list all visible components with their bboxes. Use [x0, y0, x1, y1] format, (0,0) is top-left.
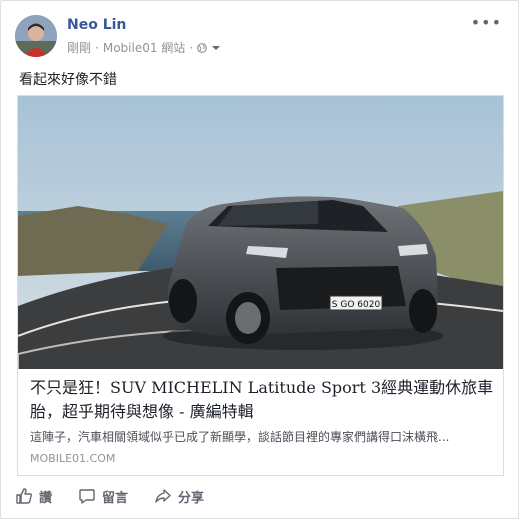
like-button[interactable]: 讚 — [15, 487, 52, 506]
post-card: Neo Lin 剛剛 · Mobile01 網站 · ••• 看起來好像不錯 S… — [0, 0, 519, 519]
link-image[interactable]: S GO 6020 — [18, 96, 503, 369]
avatar[interactable] — [15, 15, 57, 57]
chevron-down-icon[interactable] — [211, 44, 221, 52]
like-label: 讚 — [39, 490, 53, 506]
via-app[interactable]: Mobile01 網站 — [103, 39, 185, 56]
link-preview[interactable]: S GO 6020 不只是狂！SUV MICHELIN Latitude Spo… — [17, 95, 504, 476]
share-button[interactable]: 分享 — [154, 487, 204, 506]
author-name[interactable]: Neo Lin — [67, 17, 126, 33]
comment-button[interactable]: 留言 — [78, 487, 128, 506]
globe-icon — [197, 42, 208, 53]
link-domain: MOBILE01.COM — [30, 452, 116, 465]
meta-separator: · — [95, 40, 99, 55]
post-meta: 剛剛 · Mobile01 網站 · — [67, 39, 221, 56]
action-bar: 讚 留言 分享 — [15, 485, 230, 507]
timestamp[interactable]: 剛剛 — [67, 39, 91, 56]
link-description: 這陣子，汽車相關領域似乎已成了新顯學，談話節目裡的專家們講得口沫橫飛... — [30, 430, 450, 444]
comment-icon — [78, 487, 96, 505]
share-icon — [154, 487, 172, 505]
share-label: 分享 — [178, 490, 205, 506]
license-plate: S GO 6020 — [332, 300, 381, 310]
thumbs-up-icon — [15, 487, 33, 505]
post-message: 看起來好像不錯 — [19, 72, 117, 88]
comment-label: 留言 — [102, 490, 129, 506]
more-options-button[interactable]: ••• — [471, 13, 502, 32]
link-title[interactable]: 不只是狂！SUV MICHELIN Latitude Sport 3經典運動休旅… — [30, 376, 495, 424]
meta-separator: · — [189, 40, 194, 55]
